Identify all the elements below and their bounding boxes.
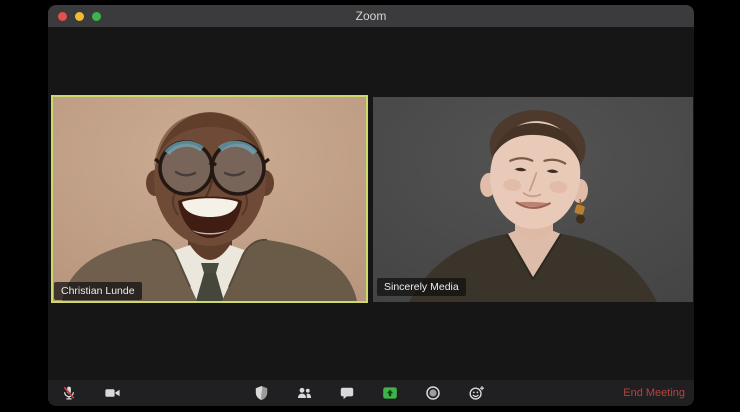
reactions-button[interactable] <box>467 385 485 401</box>
end-meeting-button[interactable]: End Meeting <box>623 380 685 406</box>
video-feed-man-laughing <box>53 97 366 301</box>
video-camera-icon <box>104 389 120 397</box>
video-tile-christian-lunde[interactable]: Christian Lunde <box>51 95 368 303</box>
start-video-button[interactable] <box>103 385 121 401</box>
mute-button[interactable] <box>60 385 78 401</box>
shield-icon <box>255 386 267 400</box>
desktop-background: Zoom Christian Lunde Sincerely Media End… <box>0 0 740 412</box>
window-title: Zoom <box>355 9 387 23</box>
chat-button[interactable] <box>338 385 356 401</box>
record-icon <box>426 386 440 400</box>
video-tile-sincerely-media[interactable]: Sincerely Media <box>373 97 693 302</box>
meeting-toolbar: End Meeting <box>48 380 694 406</box>
microphone-muted-icon <box>63 386 75 400</box>
window-titlebar: Zoom <box>48 5 694 27</box>
record-button[interactable] <box>424 385 442 401</box>
participant-name-label: Christian Lunde <box>54 281 142 300</box>
video-feed-woman-smiling <box>373 97 693 302</box>
participant-name-label: Sincerely Media <box>377 277 466 296</box>
chat-bubble-icon <box>340 387 354 400</box>
zoom-app-window: Zoom Christian Lunde Sincerely Media End… <box>48 5 694 406</box>
participants-button[interactable] <box>295 385 313 401</box>
share-screen-button[interactable] <box>381 385 399 401</box>
participants-icon <box>297 387 311 398</box>
share-screen-icon <box>383 387 397 399</box>
security-button[interactable] <box>252 385 270 401</box>
reactions-smiley-icon <box>468 386 484 400</box>
